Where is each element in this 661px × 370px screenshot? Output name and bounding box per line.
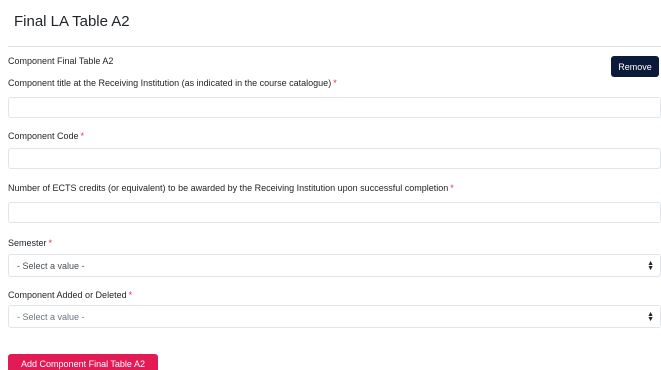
component-code-label: Component Code *	[8, 131, 84, 141]
select-caret-icon: ▲ ▼	[647, 310, 654, 323]
component-title: Component Final Table A2	[8, 56, 114, 66]
semester-select[interactable]: - Select a value - ▲ ▼	[8, 254, 661, 277]
add-component-button[interactable]: Add Component Final Table A2	[8, 354, 158, 370]
semester-selected-value: - Select a value -	[17, 260, 85, 271]
divider	[8, 46, 661, 47]
remove-button[interactable]: Remove	[611, 56, 659, 77]
component-code-label-text: Component Code	[8, 131, 79, 141]
course-title-label: Component title at the Receiving Institu…	[8, 78, 337, 88]
select-caret-icon: ▲ ▼	[647, 259, 654, 272]
required-mark: *	[333, 78, 337, 88]
required-mark: *	[128, 290, 133, 300]
course-title-input[interactable]	[8, 97, 661, 118]
added-deleted-select[interactable]: - Select a value - ▲ ▼	[8, 305, 661, 328]
added-deleted-label: Component Added or Deleted *	[8, 290, 132, 300]
course-title-label-text: Component title at the Receiving Institu…	[8, 78, 332, 88]
required-mark: *	[48, 238, 53, 248]
semester-label: Semester *	[8, 238, 52, 248]
required-mark: *	[80, 131, 85, 141]
added-deleted-label-text: Component Added or Deleted	[8, 290, 127, 300]
required-mark: *	[450, 183, 454, 193]
ects-label: Number of ECTS credits (or equivalent) t…	[8, 183, 454, 193]
component-code-input[interactable]	[8, 148, 661, 169]
form-page: Final LA Table A2 Component Final Table …	[0, 0, 661, 370]
added-deleted-selected-value: - Select a value -	[17, 311, 85, 322]
page-title: Final LA Table A2	[14, 13, 130, 30]
semester-label-text: Semester	[8, 238, 47, 248]
ects-label-text: Number of ECTS credits (or equivalent) t…	[8, 183, 449, 193]
ects-input[interactable]	[8, 202, 661, 223]
